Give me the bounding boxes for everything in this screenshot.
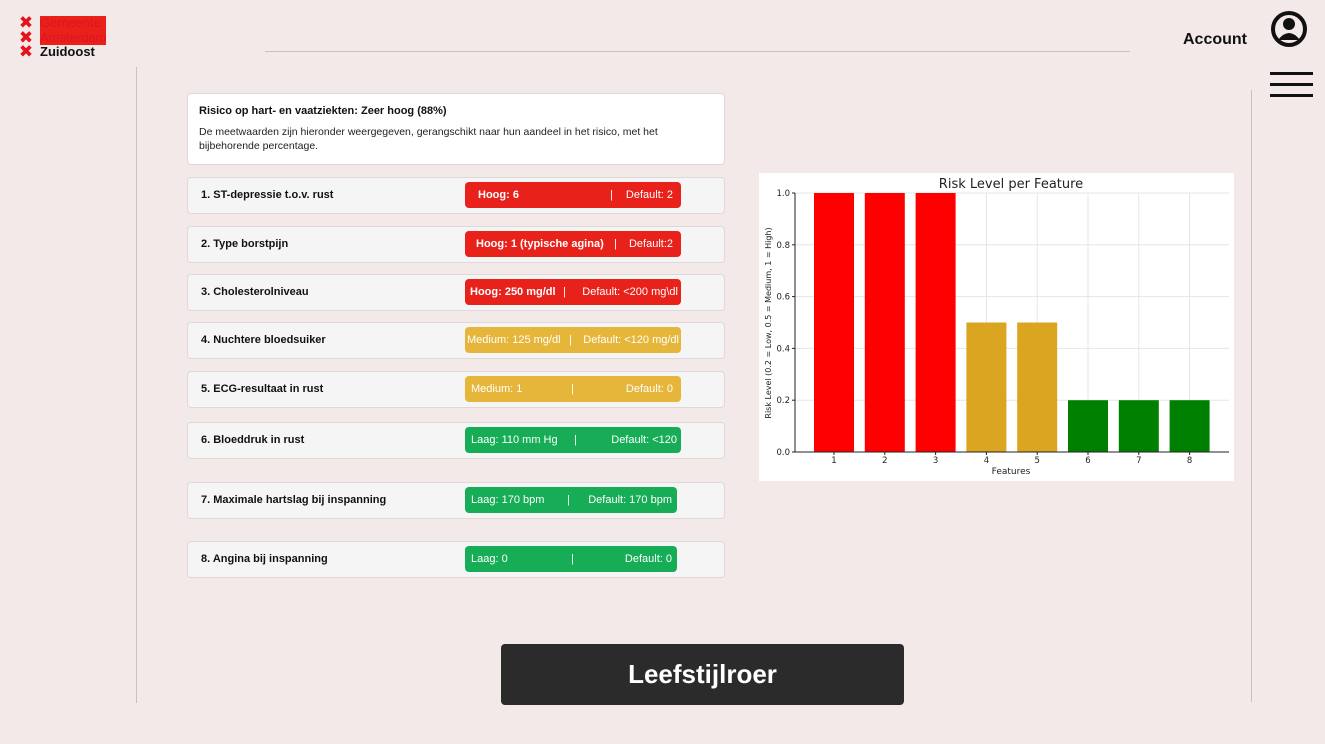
chart-y-tick-label: 0.4 (776, 344, 790, 354)
feature-value-badge: Laag: 0 | Default: 0 (465, 546, 677, 572)
gemeente-logo[interactable]: ✖ ✖ ✖ Gemeente Amsterdam Zuidoost (18, 14, 128, 68)
risk-summary-description: De meetwaarden zijn hieronder weergegeve… (199, 126, 658, 152)
logo-line-3: Zuidoost (40, 44, 95, 59)
feature-row-8[interactable]: 8. Angina bij inspanning Laag: 0 | Defau… (187, 541, 725, 578)
feature-default: Default: 170 bpm (588, 494, 672, 506)
feature-default: Default: <200 mg\dl (582, 286, 678, 298)
risk-level-chart: Risk Level per Feature Features Risk Lev… (759, 173, 1234, 481)
chart-x-tick-label: 7 (1136, 456, 1141, 466)
badge-separator: | (571, 553, 574, 565)
feature-row-5[interactable]: 5. ECG-resultaat in rust Medium: 1 | Def… (187, 371, 725, 408)
chart-y-tick-label: 0.0 (776, 448, 790, 458)
chart-bar (1118, 400, 1159, 452)
feature-value: Medium: 1 (471, 383, 523, 395)
chart-y-tick-label: 0.6 (776, 293, 790, 303)
feature-default: Default: 0 (625, 383, 673, 395)
badge-separator: | (569, 334, 572, 346)
feature-value-badge: Hoog: 250 mg/dl | Default: <200 mg\dl (465, 279, 681, 305)
leefstijlroer-button[interactable]: Leefstijlroer (501, 644, 904, 705)
chart-y-tick-label: 0.2 (776, 396, 790, 406)
hamburger-menu-icon[interactable] (1270, 72, 1313, 98)
logo-line-2: Amsterdam (40, 29, 107, 45)
feature-value: Laag: 0 (471, 553, 508, 565)
badge-separator: | (571, 383, 574, 395)
feature-default: Default: 0 (624, 553, 672, 565)
feature-row-4[interactable]: 4. Nuchtere bloedsuiker Medium: 125 mg/d… (187, 322, 725, 359)
chart-y-axis-label: Risk Level (0.2 = Low, 0.5 = Medium, 1 =… (764, 227, 773, 418)
logo-text: Gemeente Amsterdam Zuidoost (40, 15, 107, 60)
feature-label: 1. ST-depressie t.o.v. rust (201, 189, 334, 201)
badge-separator: | (574, 434, 577, 446)
feature-label: 3. Cholesterolniveau (201, 286, 309, 298)
badge-separator: | (614, 238, 617, 250)
chart-bar (1169, 400, 1210, 452)
account-link[interactable]: Account (1183, 31, 1247, 49)
feature-value-badge: Laag: 110 mm Hg | Default: <120 (465, 427, 681, 453)
feature-value-badge: Hoog: 6 | Default: 2 (465, 182, 681, 208)
feature-row-3[interactable]: 3. Cholesterolniveau Hoog: 250 mg/dl | D… (187, 274, 725, 311)
feature-row-2[interactable]: 2. Type borstpijn Hoog: 1 (typische agin… (187, 226, 725, 263)
feature-value-badge: Medium: 125 mg/dl | Default: <120 mg/dl (465, 327, 681, 353)
chart-y-tick-label: 1.0 (776, 189, 790, 199)
header-divider (265, 51, 1130, 52)
feature-value: Hoog: 6 (478, 189, 519, 201)
feature-default: Default: <120 mg/dl (583, 334, 679, 346)
feature-label: 8. Angina bij inspanning (201, 553, 328, 565)
badge-separator: | (567, 494, 570, 506)
feature-value: Medium: 125 mg/dl (467, 334, 561, 346)
feature-value: Laag: 170 bpm (471, 494, 545, 506)
feature-label: 2. Type borstpijn (201, 238, 289, 250)
feature-row-1[interactable]: 1. ST-depressie t.o.v. rust Hoog: 6 | De… (187, 177, 725, 214)
chart-y-tick-label: 0.8 (776, 241, 790, 251)
user-circle-icon[interactable] (1270, 11, 1308, 47)
feature-value: Hoog: 1 (typische agina) (476, 238, 604, 250)
left-divider (136, 67, 137, 703)
feature-default: Default: 2 (625, 189, 673, 201)
feature-row-6[interactable]: 6. Bloeddruk in rust Laag: 110 mm Hg | D… (187, 422, 725, 459)
risk-summary-title: Risico op hart- en vaatziekten: Zeer hoo… (199, 105, 447, 117)
feature-value-badge: Laag: 170 bpm | Default: 170 bpm (465, 487, 677, 513)
chart-x-tick-label: 3 (933, 456, 938, 466)
feature-default: Default:2 (628, 238, 673, 250)
chart-bar (864, 193, 905, 452)
chart-x-tick-label: 6 (1085, 456, 1090, 466)
feature-value: Hoog: 250 mg/dl (470, 286, 556, 298)
feature-default: Default: <120 (611, 434, 677, 446)
chart-x-tick-label: 1 (831, 456, 836, 466)
logo-crosses: ✖ ✖ ✖ (18, 14, 34, 61)
feature-label: 6. Bloeddruk in rust (201, 434, 305, 446)
chart-x-axis-label: Features (992, 467, 1031, 477)
chart-bar (1068, 400, 1108, 452)
badge-separator: | (563, 286, 566, 298)
feature-label: 4. Nuchtere bloedsuiker (201, 334, 326, 346)
cross-icon: ✖ (18, 42, 34, 61)
feature-value: Laag: 110 mm Hg (471, 434, 558, 446)
risk-level-chart-svg: Risk Level per Feature Features Risk Lev… (764, 177, 1229, 477)
chart-bar (915, 193, 956, 452)
chart-x-tick-label: 2 (882, 456, 887, 466)
chart-x-tick-label: 8 (1187, 456, 1192, 466)
logo-line-1: Gemeente (40, 15, 107, 31)
chart-x-tick-label: 5 (1034, 456, 1039, 466)
feature-label: 5. ECG-resultaat in rust (201, 383, 324, 395)
chart-bar (1017, 322, 1058, 452)
feature-label: 7. Maximale hartslag bij inspanning (201, 494, 387, 506)
risk-summary-card: Risico op hart- en vaatziekten: Zeer hoo… (187, 93, 725, 165)
feature-value-badge: Medium: 1 | Default: 0 (465, 376, 681, 402)
feature-value-badge: Hoog: 1 (typische agina) | Default:2 (465, 231, 681, 257)
chart-bar (814, 193, 854, 452)
chart-bar (966, 322, 1007, 452)
badge-separator: | (610, 189, 613, 201)
chart-x-tick-label: 4 (984, 456, 989, 466)
chart-title: Risk Level per Feature (939, 177, 1083, 192)
right-divider (1251, 90, 1252, 702)
feature-row-7[interactable]: 7. Maximale hartslag bij inspanning Laag… (187, 482, 725, 519)
